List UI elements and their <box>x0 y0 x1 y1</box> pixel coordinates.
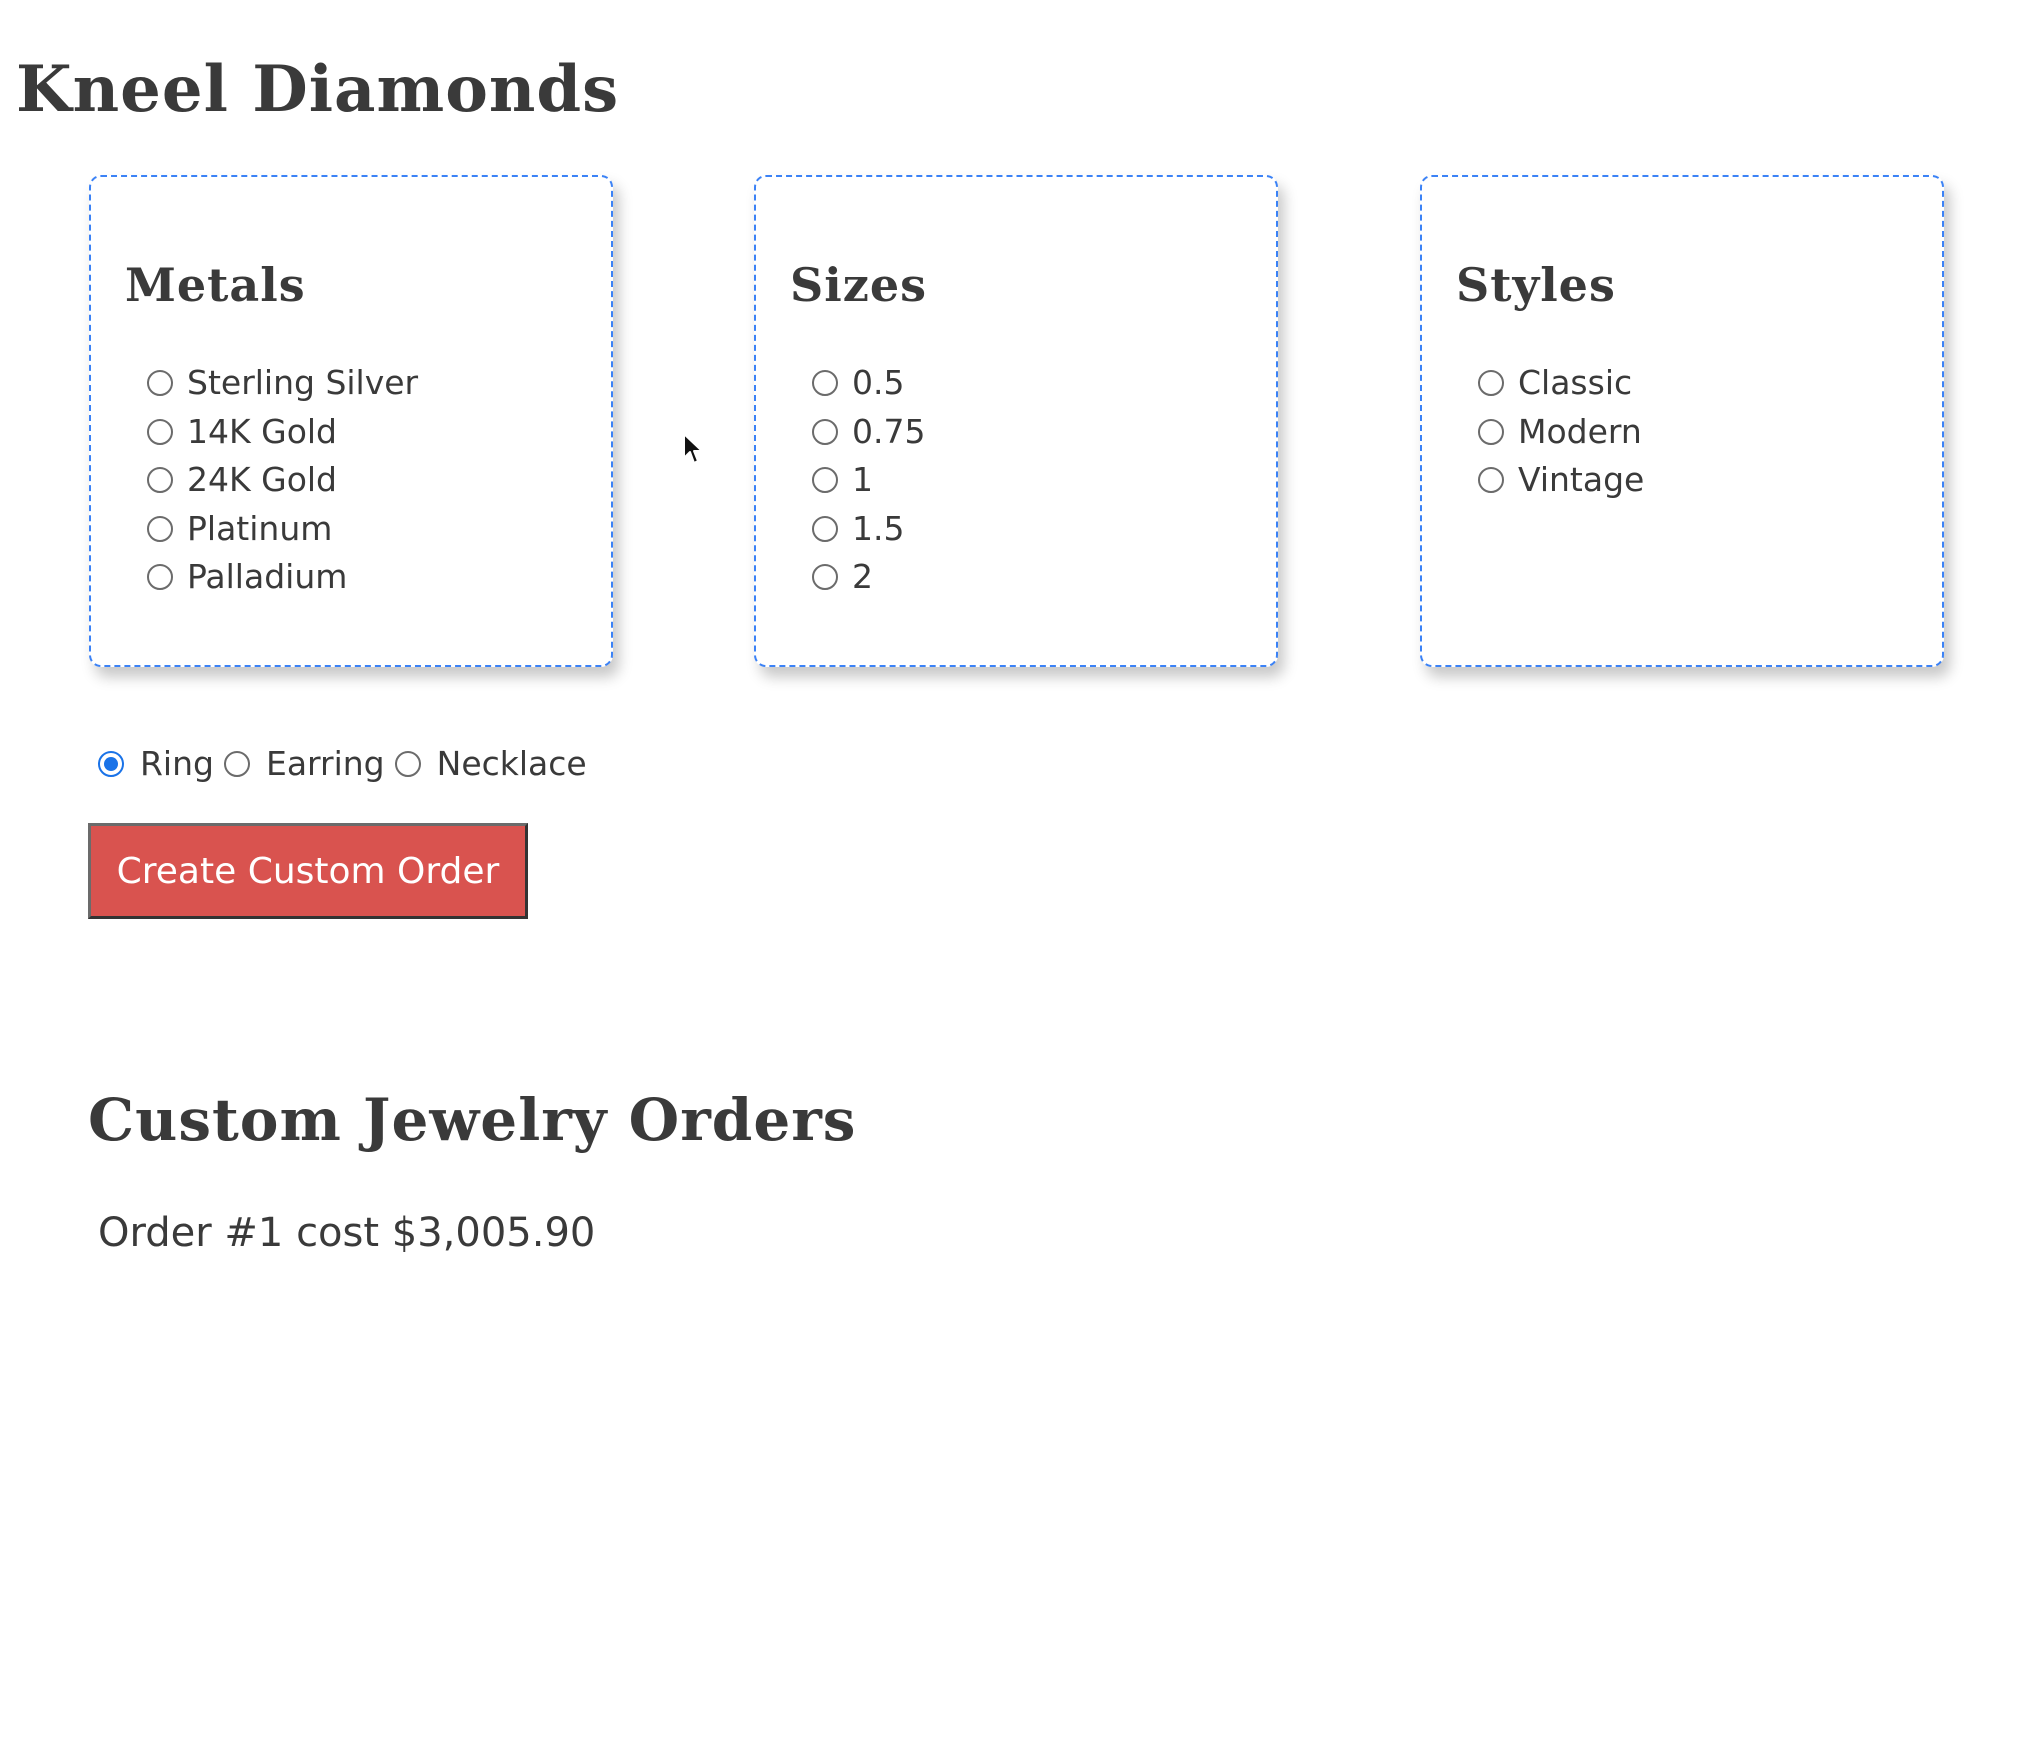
radio-button[interactable] <box>1478 370 1504 397</box>
radio-button[interactable] <box>812 370 838 397</box>
metal-option-label: Palladium <box>187 557 348 597</box>
size-option[interactable]: 0.5 <box>812 359 925 408</box>
type-label-necklace: Necklace <box>436 744 587 783</box>
radio-button[interactable] <box>1478 418 1504 445</box>
metal-option-label: Sterling Silver <box>187 363 419 403</box>
sizes-heading: Sizes <box>790 258 927 312</box>
jewelry-type-selector: Ring Earring Necklace <box>98 740 597 788</box>
radio-button[interactable] <box>147 564 173 591</box>
metal-option[interactable]: Palladium <box>147 553 418 602</box>
metals-options: Sterling Silver 14K Gold 24K Gold Platin… <box>147 359 418 602</box>
size-option-label: 1.5 <box>852 508 905 548</box>
radio-button[interactable] <box>147 418 173 445</box>
type-label-ring: Ring <box>140 744 214 783</box>
radio-button[interactable] <box>147 467 173 494</box>
metal-option-label: 24K Gold <box>187 460 337 500</box>
size-option-label: 2 <box>852 557 873 597</box>
metal-option[interactable]: 24K Gold <box>147 456 418 505</box>
metal-option[interactable]: Sterling Silver <box>147 359 418 408</box>
styles-options: Classic Modern Vintage <box>1478 359 1644 505</box>
style-option[interactable]: Vintage <box>1478 456 1644 505</box>
metals-card: Metals Sterling Silver 14K Gold 24K Gold… <box>89 175 613 667</box>
size-option[interactable]: 1.5 <box>812 505 925 554</box>
type-radio-necklace[interactable] <box>394 751 421 777</box>
type-label-earring: Earring <box>265 744 385 783</box>
style-option-label: Classic <box>1518 363 1633 403</box>
styles-heading: Styles <box>1456 258 1616 312</box>
styles-card: Styles Classic Modern Vintage <box>1420 175 1944 667</box>
radio-button[interactable] <box>812 418 838 445</box>
page: Kneel Diamonds Metals Sterling Silver 14… <box>0 0 2024 1742</box>
style-option-label: Vintage <box>1518 460 1645 500</box>
order-item: Order #1 cost $3,005.90 <box>98 1210 596 1256</box>
size-option-label: 1 <box>852 460 873 500</box>
size-option[interactable]: 1 <box>812 456 925 505</box>
size-option-label: 0.5 <box>852 363 905 403</box>
radio-button[interactable] <box>147 515 173 542</box>
radio-button[interactable] <box>812 515 838 542</box>
metal-option-label: 14K Gold <box>187 411 337 451</box>
mouse-cursor-icon <box>683 433 703 464</box>
radio-button[interactable] <box>1478 467 1504 494</box>
radio-button[interactable] <box>812 564 838 591</box>
style-option[interactable]: Classic <box>1478 359 1644 408</box>
style-option[interactable]: Modern <box>1478 408 1644 457</box>
radio-button[interactable] <box>812 467 838 494</box>
size-option-label: 0.75 <box>852 411 926 451</box>
site-title: Kneel Diamonds <box>16 52 620 127</box>
radio-button[interactable] <box>147 370 173 397</box>
sizes-options: 0.5 0.75 1 1.5 2 <box>812 359 925 602</box>
sizes-card: Sizes 0.5 0.75 1 1.5 2 <box>754 175 1278 667</box>
style-option-label: Modern <box>1518 411 1642 451</box>
metal-option-label: Platinum <box>187 508 333 548</box>
metal-option[interactable]: 14K Gold <box>147 408 418 457</box>
type-radio-earring[interactable] <box>223 751 250 777</box>
type-radio-ring[interactable] <box>98 751 124 777</box>
orders-list: Order #1 cost $3,005.90 <box>98 1208 595 1258</box>
size-option[interactable]: 2 <box>812 553 925 602</box>
metal-option[interactable]: Platinum <box>147 505 418 554</box>
orders-heading: Custom Jewelry Orders <box>88 1086 857 1154</box>
metals-heading: Metals <box>125 258 306 312</box>
create-custom-order-button[interactable]: Create Custom Order <box>88 823 528 919</box>
size-option[interactable]: 0.75 <box>812 408 925 457</box>
